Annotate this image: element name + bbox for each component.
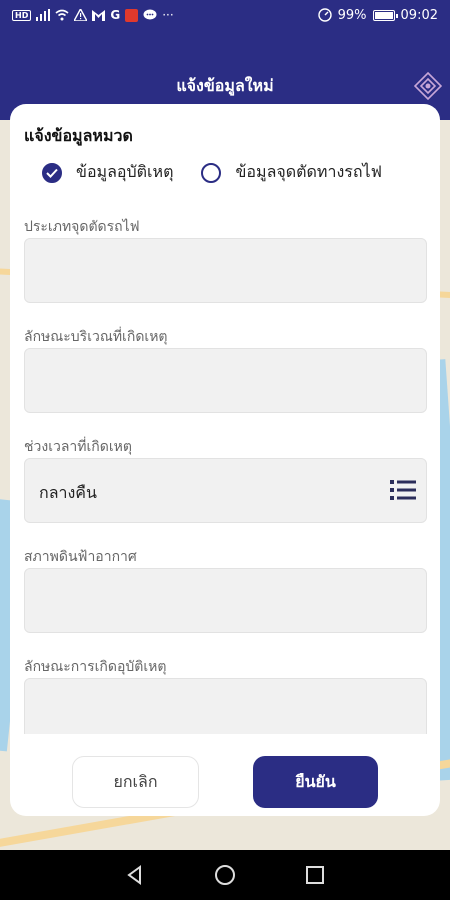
category-radio-group: ข้อมูลอุบัติเหตุ ข้อมูลจุดตัดทางรถไฟ [42,160,432,185]
navigation-bar [0,850,450,900]
radio-accident[interactable]: ข้อมูลอุบัติเหตุ [42,160,173,185]
wifi-icon [55,9,69,21]
radio-checked-icon[interactable] [42,162,62,183]
field-label: ลักษณะบริเวณที่เกิดเหตุ [24,329,168,345]
report-form-card: แจ้งข้อมูลหมวด ข้อมูลอุบัติเหตุ ข้อมูลจุ… [10,104,440,816]
list-icon[interactable] [390,479,416,501]
map-marker-icon [414,72,442,100]
recents-square-icon [306,866,324,884]
radio-unchecked-icon[interactable] [201,162,222,183]
field-value: กลางคืน [39,483,97,502]
time-period-select[interactable]: กลางคืน [24,458,427,523]
app-icon [125,8,139,22]
warning-icon [74,9,88,21]
clock: 09:02 [400,7,438,23]
field-label: สภาพดินฟ้าอากาศ [24,549,137,565]
recents-button[interactable] [300,860,330,890]
field-label: ลักษณะการเกิดอุบัติเหตุ [24,659,167,675]
home-circle-icon [215,865,235,885]
category-title: แจ้งข้อมูลหมวด [24,126,133,145]
confirm-button[interactable]: ยืนยัน [253,756,378,808]
speed-icon [317,8,332,22]
signal-icon [36,9,51,21]
google-icon: G [110,8,121,22]
battery-percent: 99% [337,7,367,23]
mail-icon [92,9,106,21]
radio-railway-crossing[interactable]: ข้อมูลจุดตัดทางรถไฟ [201,160,382,185]
chat-icon [143,9,157,20]
hd-icon: HD [12,9,32,21]
form-scroll-area[interactable]: ประเภทจุดตัดรถไฟ ลักษณะบริเวณที่เกิดเหตุ… [24,214,428,734]
home-button[interactable] [210,860,240,890]
page-title: แจ้งข้อมูลใหม่ [176,76,274,95]
back-button[interactable] [120,860,150,890]
status-icons-left: HD G ··· [12,8,174,22]
radio-label: ข้อมูลจุดตัดทางรถไฟ [235,162,382,181]
accident-type-field[interactable] [24,678,427,734]
more-icon: ··· [162,8,174,22]
status-icons-right: 99% 09:02 [317,7,438,23]
status-bar: HD G ··· 99% 09:02 [0,0,450,30]
field-label: ประเภทจุดตัดรถไฟ [24,219,140,235]
field-label: ช่วงเวลาที่เกิดเหตุ [24,439,132,455]
cancel-button[interactable]: ยกเลิก [72,756,199,808]
battery-icon [372,9,398,21]
area-characteristic-field[interactable] [24,348,427,413]
weather-field[interactable] [24,568,427,633]
crossing-type-field[interactable] [24,238,427,303]
back-triangle-icon [127,865,141,885]
radio-label: ข้อมูลอุบัติเหตุ [76,162,174,181]
